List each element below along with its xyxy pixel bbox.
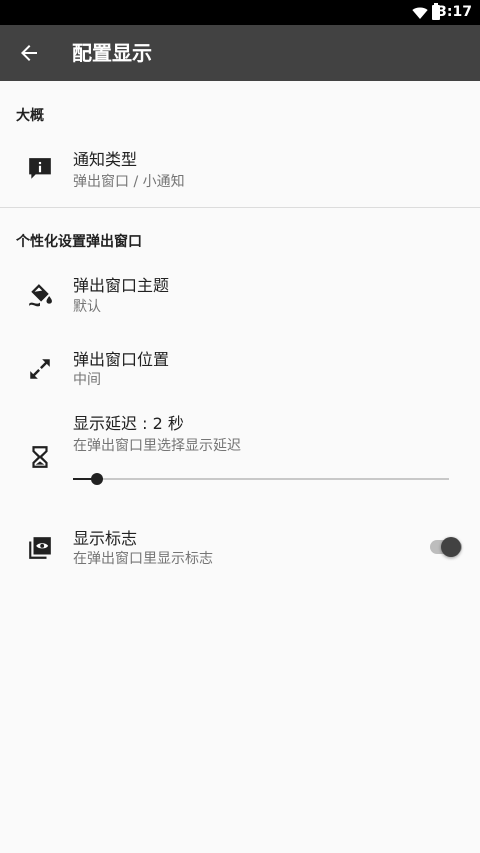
section-header-general: 大概 <box>16 108 44 124</box>
pref-popup-theme-summary: 默认 <box>73 299 101 315</box>
app-bar: 配置显示 <box>0 25 480 81</box>
pref-popup-position-title: 弹出窗口位置 <box>73 350 170 369</box>
pref-popup-theme-title: 弹出窗口主题 <box>73 276 170 295</box>
pref-notification-type[interactable]: 通知类型 弹出窗口 / 小通知 <box>0 140 480 204</box>
page-title: 配置显示 <box>72 41 152 65</box>
pref-show-badge-summary: 在弹出窗口里显示标志 <box>73 551 213 567</box>
pref-show-badge[interactable]: 显示标志 在弹出窗口里显示标志 <box>0 515 480 579</box>
pref-popup-position-summary: 中间 <box>73 372 101 388</box>
pref-notification-type-summary: 弹出窗口 / 小通知 <box>73 174 185 190</box>
info-icon <box>27 156 53 182</box>
pref-display-delay-summary: 在弹出窗口里选择显示延迟 <box>73 438 241 454</box>
pref-show-badge-title: 显示标志 <box>73 529 138 548</box>
wifi-icon <box>412 7 428 19</box>
slider-thumb[interactable] <box>90 473 103 485</box>
slider-track <box>73 478 449 480</box>
status-bar: 3:17 <box>0 0 480 25</box>
section-header-customize-popup: 个性化设置弹出窗口 <box>16 234 142 250</box>
show-badge-toggle[interactable] <box>428 535 464 559</box>
hourglass-icon <box>27 444 53 470</box>
resize-arrows-icon <box>27 356 53 382</box>
pref-popup-position[interactable]: 弹出窗口位置 中间 <box>0 340 480 404</box>
pref-display-delay-title: 显示延迟 : 2 秒 <box>73 414 184 433</box>
status-clock: 3:17 <box>437 4 472 20</box>
section-divider <box>0 207 480 208</box>
badge-eye-icon <box>27 535 53 561</box>
arrow-back-icon[interactable] <box>17 41 41 65</box>
pref-notification-type-title: 通知类型 <box>73 150 138 169</box>
paint-bucket-icon <box>27 282 53 308</box>
pref-popup-theme[interactable]: 弹出窗口主题 默认 <box>0 266 480 330</box>
display-delay-slider[interactable] <box>73 470 449 488</box>
toggle-thumb <box>441 537 461 557</box>
